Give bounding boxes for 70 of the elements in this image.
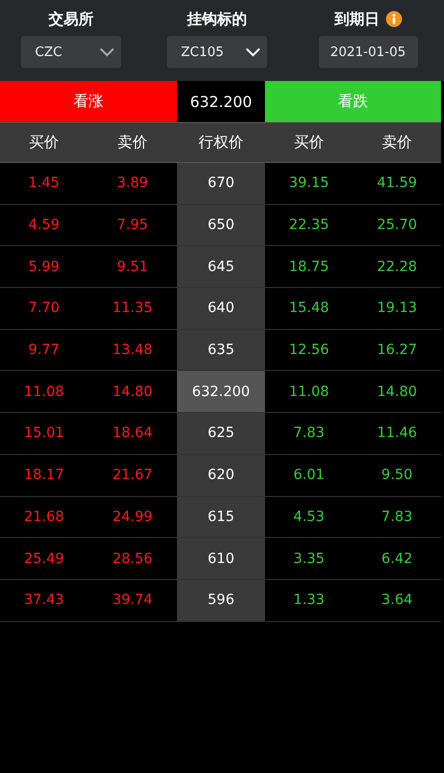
table-cell-text: 18.17	[22, 466, 66, 486]
column-header: 卖价	[116, 132, 148, 153]
table-cell-text: 13.48	[111, 341, 154, 360]
table-cell-text: 7.83	[380, 508, 414, 527]
dropdown[interactable]: ZC105	[167, 36, 267, 68]
table-cell-text: 4.59	[27, 216, 61, 236]
filter-label: 挂钩标的	[187, 10, 247, 28]
table-cell-text: 11.08	[288, 382, 330, 402]
column-header: 买价	[293, 132, 325, 153]
call-button[interactable]: 看涨	[0, 81, 177, 122]
table-cell-text: 5.99	[27, 258, 61, 277]
table-cell-text: 4.53	[292, 508, 326, 527]
table-cell-text: 21.68	[22, 508, 66, 527]
strike-cell: 635	[177, 330, 265, 370]
info-icon[interactable]	[386, 11, 402, 27]
table-cell-text: 22.35	[288, 216, 330, 236]
table-cell-text: 28.56	[111, 550, 154, 569]
chevron-down-icon	[99, 47, 115, 57]
table-cell-text: 16.27	[376, 341, 418, 360]
date-field[interactable]: 2021-01-05	[318, 36, 418, 68]
table-cell-text: 3.35	[292, 550, 326, 569]
table-cell-text: 11.08	[22, 382, 66, 402]
table-cell-text: 1.45	[27, 174, 61, 194]
table-cell-text: 11.46	[376, 424, 418, 444]
strike-cell: 632.200	[177, 371, 265, 412]
strike-cell: 620	[177, 454, 265, 496]
table-cell-text: 9.51	[116, 258, 150, 277]
table-cell-text: 12.56	[288, 341, 330, 360]
table-cell-text: 11.35	[111, 299, 154, 318]
table-cell-text: 7.70	[27, 299, 61, 318]
table-cell-text: 15.01	[22, 424, 66, 444]
strike-cell: 640	[177, 288, 265, 329]
table-cell-text: 3.64	[380, 591, 414, 610]
strike-cell: 615	[177, 496, 265, 538]
strike-cell: 650	[177, 204, 265, 246]
dropdown[interactable]: CZC	[21, 36, 121, 68]
table-cell-text: 41.59	[376, 174, 418, 194]
table-cell-text: 18.64	[111, 424, 154, 444]
table-cell-text: 37.43	[22, 591, 66, 610]
strike-cell: 645	[177, 246, 265, 288]
table-cell-text: 3.89	[116, 174, 150, 194]
strike-cell: 625	[177, 413, 265, 454]
table-cell-text: 7.95	[116, 216, 150, 236]
table-cell-text: 39.74	[111, 591, 154, 610]
table-cell-text: 14.80	[111, 382, 154, 402]
column-header: 卖价	[381, 132, 413, 153]
table-cell-text: 9.77	[27, 341, 61, 360]
table-cell-text: 19.13	[376, 299, 418, 318]
table-cell-text: 25.49	[22, 550, 66, 569]
table-cell-text: 39.15	[288, 174, 330, 194]
table-cell-text: 15.48	[288, 299, 330, 318]
column-header: 买价	[28, 132, 60, 153]
table-cell-text: 6.01	[292, 466, 326, 486]
table-cell-text: 9.50	[380, 466, 414, 486]
table-cell-text: 7.83	[292, 424, 326, 444]
strike-cell: 670	[177, 163, 265, 204]
table-cell-text: 1.33	[292, 591, 326, 610]
strike-cell: 610	[177, 538, 265, 579]
chevron-down-icon	[245, 47, 261, 57]
table-cell-text: 22.28	[376, 258, 418, 277]
table-cell-text: 21.67	[111, 466, 154, 486]
table-cell-text: 25.70	[376, 216, 418, 236]
column-header: 行权价	[198, 132, 244, 153]
table-cell-text: 24.99	[111, 508, 154, 527]
filter-label: 交易所	[48, 10, 94, 28]
table-cell-text: 6.42	[380, 550, 414, 569]
table-cell-text: 18.75	[288, 258, 330, 277]
filter-label: 到期日	[334, 10, 380, 28]
strike-cell: 596	[177, 580, 265, 621]
table-cell-text: 14.80	[376, 382, 418, 402]
